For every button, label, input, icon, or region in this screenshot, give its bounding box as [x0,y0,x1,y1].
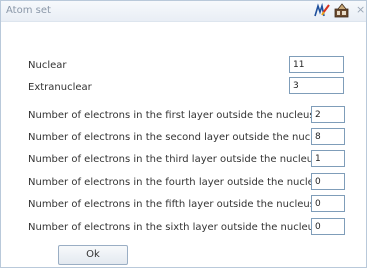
layer5-label: Number of electrons in the fifth layer o… [28,199,319,210]
close-icon[interactable]: × [356,4,365,16]
ok-button[interactable]: Ok [58,245,128,265]
nuclear-field[interactable] [289,56,344,73]
nuclear-label: Nuclear [28,60,67,71]
layer4-label: Number of electrons in the fourth layer … [28,177,329,188]
layer1-field[interactable] [311,106,345,123]
layer2-field[interactable] [311,128,345,145]
edit-box-icon[interactable] [334,3,350,18]
extranuclear-label: Extranuclear [28,82,92,93]
layer1-label: Number of electrons in the first layer o… [28,110,318,121]
layer3-field[interactable] [311,150,345,167]
layer5-field[interactable] [311,195,345,212]
layer6-field[interactable] [311,218,345,235]
title-bar: Atom set × [1,1,366,22]
layer3-label: Number of electrons in the third layer o… [28,154,322,165]
layer4-field[interactable] [311,173,345,190]
checkmark-pen-icon[interactable] [314,2,330,18]
atom-set-dialog: Atom set × Nuclear Extranuclear Number o… [0,0,367,268]
layer2-label: Number of electrons in the second layer … [28,132,335,143]
layer6-label: Number of electrons in the sixth layer o… [28,222,323,233]
extranuclear-field[interactable] [289,77,344,94]
dialog-title: Atom set [6,5,51,16]
